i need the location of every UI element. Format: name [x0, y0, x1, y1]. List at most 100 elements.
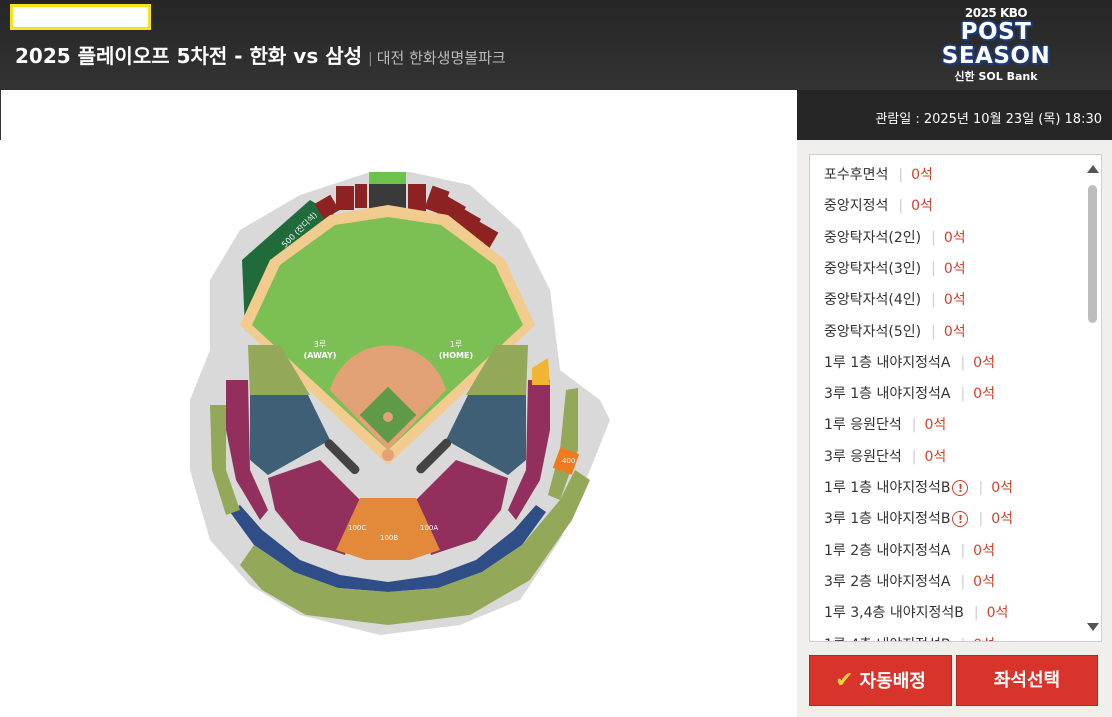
pitcher-mound [383, 412, 393, 422]
seat-grade-item[interactable]: 3루 1층 내야지정석A | 0석 [824, 384, 995, 404]
logo-line1: 2025 KBO [964, 6, 1028, 20]
scroll-down-icon[interactable] [1087, 623, 1099, 631]
seat-grade-count: 0석 [943, 229, 966, 246]
check-icon: ✔ [835, 668, 854, 693]
seat-grade-count: 0석 [924, 448, 947, 465]
seat-grade-name: 1루 1층 내야지정석B [824, 480, 951, 496]
row-separator: | [978, 511, 984, 528]
seat-grade-count: 0석 [973, 386, 995, 403]
row-separator: | [960, 637, 965, 642]
logo-line2: POST [960, 19, 1032, 45]
seat-grade-item[interactable]: 1루 4층 내야지정석B | 0석 [824, 635, 995, 642]
row-separator: | [973, 605, 979, 622]
seat-grade-name: 1루 1층 내야지정석A [824, 354, 951, 371]
row-separator: | [931, 323, 936, 340]
seat-grade-item[interactable]: 포수후면석 | 0석 [824, 165, 933, 185]
scroll-up-icon[interactable] [1087, 165, 1099, 173]
seat-grade-count: 0석 [911, 167, 933, 183]
seat-grade-name: 중앙탁자석(4인) [824, 292, 922, 309]
select-seat-button[interactable]: 좌석선택 [956, 655, 1098, 706]
game-title: 2025 플레이오프 5차전 - 한화 vs 삼성 [15, 44, 362, 68]
seat-grade-item[interactable]: 중앙탁자석(5인) | 0석 [824, 322, 966, 342]
seat-grade-count: 0석 [991, 511, 1013, 528]
seat-grade-name: 중앙탁자석(5인) [824, 323, 922, 340]
seat-grade-count: 0석 [973, 573, 995, 590]
row-separator: | [898, 167, 904, 183]
row-separator: | [960, 573, 966, 590]
seat-grade-name: 중앙지정석 [824, 198, 889, 215]
seat-grade-count: 0석 [943, 260, 966, 277]
seat-grade-name: 3루 2층 내야지정석A [824, 573, 951, 590]
highlight-box [10, 4, 151, 30]
row-separator: | [931, 260, 936, 277]
seat-grade-name: 1루 응원단석 [824, 417, 902, 434]
seat-grade-name: 1루 2층 내야지정석A [824, 542, 951, 559]
seat-grade-count: 0석 [986, 605, 1009, 622]
row-separator: | [931, 229, 936, 246]
seat-grade-item[interactable]: 3루 1층 내야지정석B! | 0석 [824, 509, 1013, 529]
seat-grade-item[interactable]: 1루 응원단석 | 0석 [824, 415, 946, 435]
seat-grade-item[interactable]: 중앙탁자석(2인) | 0석 [824, 228, 966, 248]
label-100a: 100A [420, 524, 438, 532]
seat-grade-count: 0석 [973, 542, 995, 559]
seat-grade-name: 1루 3,4층 내야지정석B [824, 605, 964, 622]
seat-grade-count: 0석 [991, 480, 1013, 496]
label-100b: 100B [380, 534, 398, 542]
row-separator: | [960, 386, 966, 403]
warning-icon[interactable]: ! [952, 511, 969, 528]
seat-grade-item[interactable]: 중앙탁자석(4인) | 0석 [824, 290, 966, 310]
panel-divider [0, 90, 1, 140]
game-date: 관람일 : 2025년 10월 23일 (목) 18:30 [875, 112, 1102, 127]
third-base-label: 3루 [314, 340, 326, 349]
seat-grade-name: 중앙탁자석(2인) [824, 229, 922, 246]
seat-grade-count: 0석 [943, 323, 966, 340]
seat-grade-name: 3루 1층 내야지정석A [824, 386, 951, 403]
row-separator: | [898, 198, 904, 215]
home-plate [382, 449, 394, 461]
seat-grade-count: 0석 [973, 354, 995, 371]
select-seat-label: 좌석선택 [993, 670, 1061, 691]
logo-line3: SEASON [941, 43, 1051, 69]
row-separator: | [960, 354, 966, 371]
post-season-logo: 2025 KBO POST SEASON 신한 SOL Bank [936, 6, 1056, 90]
section-509[interactable] [369, 172, 406, 184]
seat-grade-name: 포수후면석 [824, 167, 889, 183]
seat-grade-count: 0석 [924, 417, 947, 434]
seat-grade-count: 0석 [973, 637, 995, 642]
auto-assign-label: 자동배정 [859, 671, 926, 692]
row-separator: | [931, 292, 936, 309]
row-separator: | [978, 480, 984, 496]
warning-icon[interactable]: ! [952, 480, 969, 496]
seat-grade-name: 1루 4층 내야지정석B [824, 637, 950, 642]
seat-grade-count: 0석 [911, 198, 933, 215]
third-team-label: (AWAY) [304, 351, 337, 360]
label-100c: 100C [348, 524, 366, 532]
seat-grade-item[interactable]: 1루 1층 내야지정석A | 0석 [824, 353, 995, 373]
venue-name: 대전 한화생명볼파크 [376, 49, 506, 67]
seat-grade-item[interactable]: 중앙탁자석(3인) | 0석 [824, 259, 966, 279]
title-separator: | [368, 51, 373, 67]
seat-grade-item[interactable]: 3루 2층 내야지정석A | 0석 [824, 572, 995, 592]
logo-line4: 신한 SOL Bank [954, 70, 1038, 83]
seat-grade-count: 0석 [943, 292, 966, 309]
seat-grade-list[interactable]: 포수후면석 | 0석 중앙지정석 | 0석 중앙탁자석(2인) | 0석 중앙탁자석(3인) | 0석… [809, 154, 1102, 642]
seat-grade-name: 3루 응원단석 [824, 448, 902, 465]
stadium-map[interactable]: 500 (잔디석) 3루 (AWAY) 1루 (HOME) 100C 100B … [0, 140, 797, 717]
auto-assign-button[interactable]: ✔ 자동배정 [809, 655, 952, 706]
seat-grade-item[interactable]: 중앙지정석 | 0석 [824, 196, 933, 216]
label-400: 400 [562, 457, 575, 465]
row-separator: | [911, 417, 917, 434]
row-separator: | [960, 542, 966, 559]
seat-grade-name: 3루 1층 내야지정석B [824, 511, 951, 528]
list-scrollbar[interactable] [1084, 155, 1101, 641]
scroll-thumb[interactable] [1088, 185, 1097, 323]
seat-grade-name: 중앙탁자석(3인) [824, 260, 922, 277]
page-title: 2025 플레이오프 5차전 - 한화 vs 삼성 | 대전 한화생명볼파크 [15, 40, 506, 69]
first-team-label: (HOME) [439, 351, 473, 360]
seat-grade-item[interactable]: 3루 응원단석 | 0석 [824, 447, 946, 467]
seat-grade-item[interactable]: 1루 2층 내야지정석A | 0석 [824, 541, 995, 561]
seat-grade-item[interactable]: 1루 1층 내야지정석B! | 0석 [824, 478, 1013, 498]
row-separator: | [911, 448, 917, 465]
first-base-label: 1루 [450, 340, 462, 349]
seat-grade-item[interactable]: 1루 3,4층 내야지정석B | 0석 [824, 603, 1008, 623]
